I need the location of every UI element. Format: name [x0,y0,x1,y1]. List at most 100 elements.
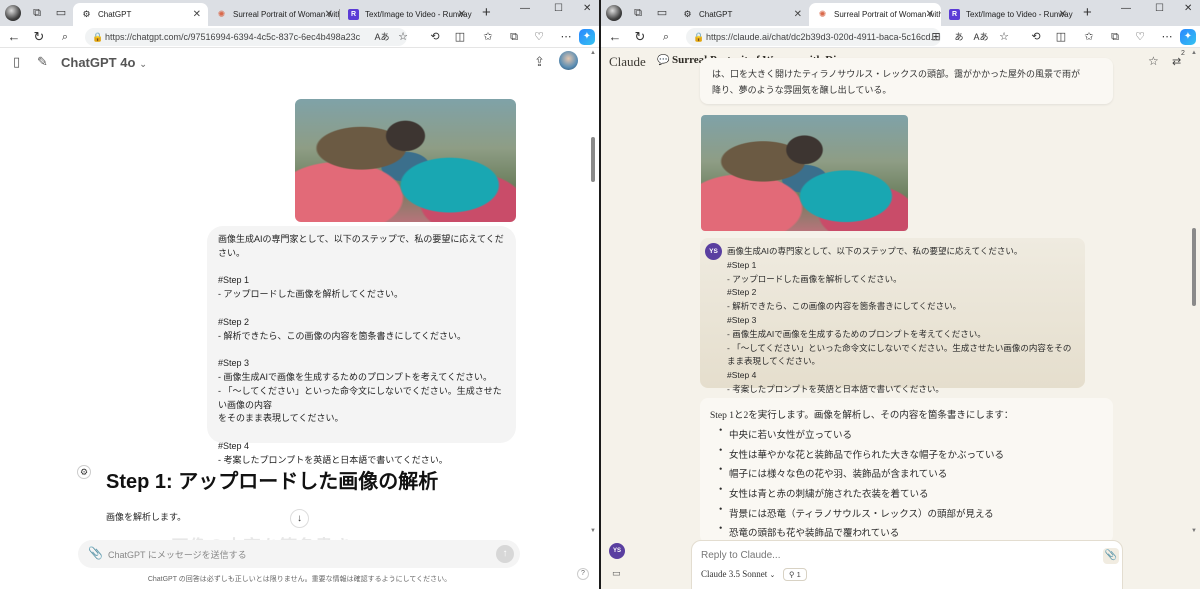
apps-grid-icon[interactable]: ⊞ [928,29,944,45]
message-composer[interactable]: 📎 ChatGPT にメッセージを送信する ↑ [78,540,520,568]
avatar[interactable] [559,51,578,70]
close-tab-icon[interactable]: ✕ [458,3,466,26]
list-item: 女性は華やかな花と装飾品で作られた大きな帽子をかぶっている [710,446,1103,467]
chatgpt-browser-window: ⧉ ▭ ⚙ ChatGPT ✕ ✺ Surreal Portrait of Wo… [0,0,599,589]
more-icon[interactable]: ⋯ [558,29,574,45]
close-tab-icon[interactable]: ✕ [926,3,934,26]
maximize-icon[interactable]: ☐ [1155,3,1164,14]
read-aloud-icon[interactable]: Aあ [973,29,989,45]
extensions-icon[interactable]: ⟲ [427,29,443,45]
profile-avatar[interactable] [606,5,622,21]
profile-avatar[interactable] [5,5,21,21]
maximize-icon[interactable]: ☐ [554,3,563,14]
collections-icon[interactable]: ⧉ [1107,29,1123,45]
read-aloud-icon[interactable]: Aあ [374,29,390,45]
tab-runway[interactable]: R Text/Image to Video - Runway ✕ [941,3,1074,26]
tab-runway[interactable]: R Text/Image to Video - Runway ✕ [340,3,473,26]
share-count: 2 [1181,50,1185,57]
scroll-up-arrow[interactable]: ▲ [1191,50,1197,56]
favorite-star-icon[interactable]: ☆ [395,29,411,45]
new-tab-icon[interactable]: + [482,4,491,22]
scroll-up-arrow[interactable]: ▲ [590,50,596,56]
split-screen-icon[interactable]: ◫ [1053,29,1069,45]
close-tab-icon[interactable]: ✕ [794,3,802,26]
close-tab-icon[interactable]: ✕ [193,3,201,26]
message-composer[interactable]: Reply to Claude... 📎 Claude 3.5 Sonnet ⌄… [691,540,1123,589]
scroll-down-arrow[interactable]: ▼ [590,528,596,534]
tab-claude[interactable]: ✺ Surreal Portrait of Woman with ✕ [809,3,941,26]
minimize-icon[interactable]: — [1121,3,1131,14]
refresh-icon[interactable]: ↻ [632,29,648,45]
lock-icon: 🔒 [92,32,104,42]
url-field[interactable]: 🔒 https://claude.ai/chat/dc2b39d3-020d-4… [686,28,941,46]
split-screen-icon[interactable]: ◫ [452,29,468,45]
browser-essentials-icon[interactable]: ♡ [531,29,547,45]
uploaded-image[interactable] [701,115,908,231]
scrollbar-thumb[interactable] [591,137,595,182]
chatgpt-icon: ⚙ [683,9,692,19]
minimize-icon[interactable]: — [520,3,530,14]
user-message-text: 画像生成AIの専門家として、以下のステップで、私の要望に応えてください。 #St… [218,234,504,465]
list-item: 背景には恐竜（ティラノサウルス・レックス）の頭部が見える [710,505,1103,526]
tab-chatgpt[interactable]: ⚙ ChatGPT ✕ [73,3,208,26]
uploaded-image[interactable] [295,99,516,222]
close-window-icon[interactable]: ✕ [583,3,591,14]
close-tab-icon[interactable]: ✕ [1059,3,1067,26]
scrollbar-thumb[interactable] [1192,228,1196,306]
workspaces-icon[interactable]: ⧉ [29,5,45,21]
collections-icon[interactable]: ⧉ [506,29,522,45]
composer-placeholder: Reply to Claude... [701,550,781,561]
chevron-down-icon: ⌄ [769,571,776,579]
sidebar-toggle-icon[interactable]: ▭ [612,568,621,579]
refresh-icon[interactable]: ↻ [31,29,47,45]
translate-icon[interactable]: あ [951,29,967,45]
address-bar: ← ↻ ⌕ 🔒 https://claude.ai/chat/dc2b39d3-… [601,26,1200,48]
tab-claude[interactable]: ✺ Surreal Portrait of Woman with ✕ [208,3,340,26]
claude-icon: ✺ [217,9,226,19]
attach-icon[interactable]: 📎 [88,546,103,560]
claude-browser-window: ⧉ ▭ ⚙ ChatGPT ✕ ✺ Surreal Portrait of Wo… [601,0,1200,589]
favorites-icon[interactable]: ✩ [480,29,496,45]
new-chat-icon[interactable]: ✎ [37,54,48,70]
tab-chatgpt[interactable]: ⚙ ChatGPT ✕ [674,3,809,26]
avatar[interactable]: YS [609,543,625,559]
copilot-icon[interactable]: ✦ [1180,29,1196,45]
attach-icon[interactable]: 📎 [1103,548,1119,564]
extensions-icon[interactable]: ⟲ [1028,29,1044,45]
close-window-icon[interactable]: ✕ [1184,3,1192,14]
model-selector[interactable]: Claude 3.5 Sonnet ⌄ [701,569,775,579]
response-paragraph: 画像を解析します。 [106,512,187,522]
workspaces-icon[interactable]: ⧉ [630,5,646,21]
search-icon[interactable]: ⌕ [658,29,674,45]
chevron-down-icon: ⌄ [139,59,147,69]
help-button[interactable]: ? [577,568,589,580]
runway-icon: R [348,9,359,20]
composer-placeholder: ChatGPT にメッセージを送信する [108,550,247,560]
favorites-icon[interactable]: ✩ [1081,29,1097,45]
share-icon[interactable]: ⇪ [534,54,545,70]
search-icon[interactable]: ⌕ [57,29,73,45]
new-tab-icon[interactable]: + [1083,4,1092,22]
user-message-bubble: 画像生成AIの専門家として、以下のステップで、私の要望に応えてください。 #St… [207,226,516,465]
tab-actions-icon[interactable]: ▭ [654,5,670,21]
more-icon[interactable]: ⋯ [1159,29,1175,45]
browser-essentials-icon[interactable]: ♡ [1132,29,1148,45]
url-field[interactable]: 🔒 https://chatgpt.com/c/97516994-6394-4c… [85,28,407,46]
tab-actions-icon[interactable]: ▭ [53,5,69,21]
share-icon[interactable]: ⇄ [1172,55,1181,68]
back-icon[interactable]: ← [607,29,623,45]
claude-logo[interactable]: Claude [609,54,646,70]
scroll-down-button[interactable]: ↓ [290,509,309,528]
star-icon[interactable]: ☆ [1148,54,1159,68]
copilot-icon[interactable]: ✦ [579,29,595,45]
scroll-down-arrow[interactable]: ▼ [1191,528,1197,534]
tab-strip: ⧉ ▭ ⚙ ChatGPT ✕ ✺ Surreal Portrait of Wo… [0,0,599,26]
back-icon[interactable]: ← [6,29,22,45]
close-tab-icon[interactable]: ✕ [325,3,333,26]
sidebar-toggle-icon[interactable]: ▯ [13,54,20,70]
favorite-star-icon[interactable]: ☆ [996,29,1012,45]
model-selector[interactable]: ChatGPT 4o ⌄ [61,55,147,70]
send-button[interactable]: ↑ [496,545,514,563]
response-intro: Step 1と2を実行します。画像を解析し、その内容を箇条書きにします： [710,411,1014,421]
attachment-count-pill[interactable]: ⚲ 1 [783,568,807,581]
